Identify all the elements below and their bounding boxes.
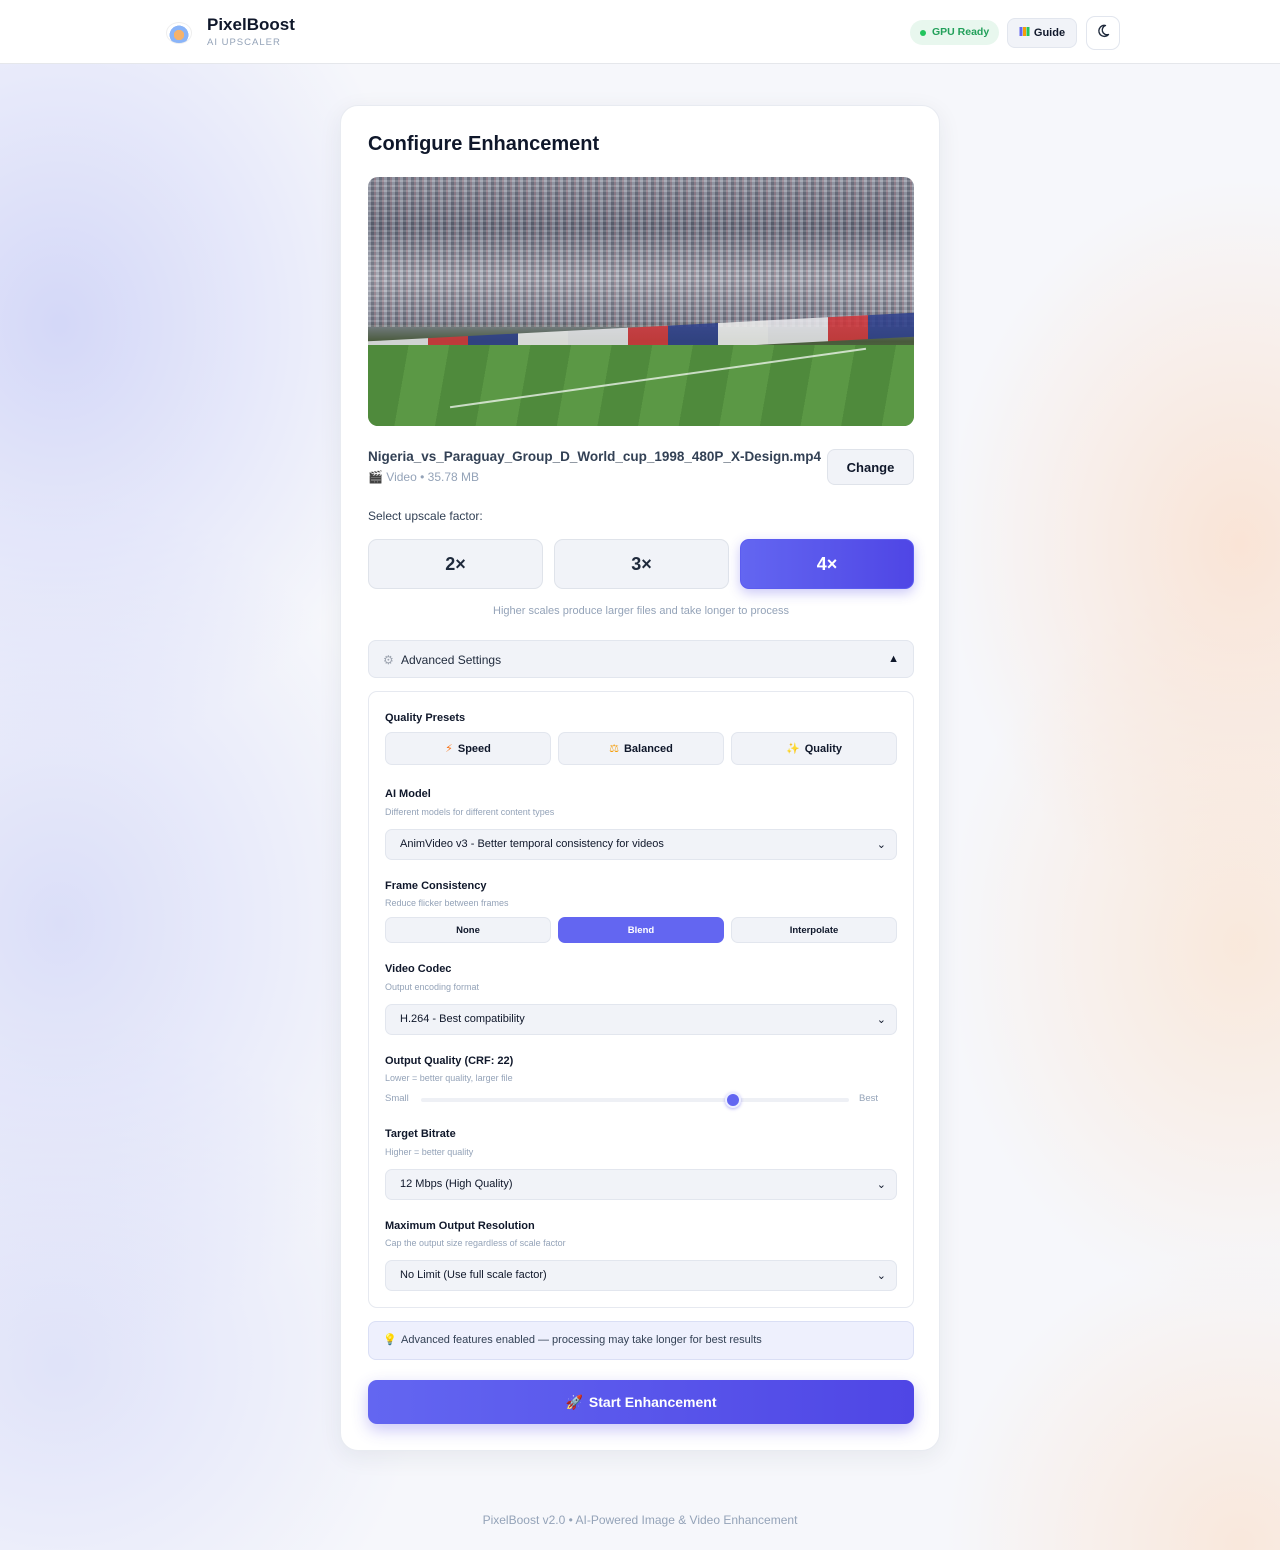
book-icon <box>1019 26 1030 40</box>
target-bitrate-select[interactable]: 12 Mbps (High Quality) ⌄ <box>385 1169 897 1200</box>
preset-speed-label: Speed <box>457 742 491 755</box>
configure-card: Configure Enhancement Nigeria_vs_Paragua… <box>340 105 940 1451</box>
file-name: Nigeria_vs_Paraguay_Group_D_World_cup_19… <box>368 449 821 464</box>
lightbulb-icon: 💡 <box>383 1334 397 1346</box>
video-preview <box>368 177 914 426</box>
output-quality-title: Output Quality (CRF: 22) <box>385 1055 514 1067</box>
quality-presets-title: Quality Presets <box>385 712 466 724</box>
video-codec-title: Video Codec <box>385 963 452 975</box>
lightning-icon: ⚡ <box>445 743 453 755</box>
gear-icon: ⚙ <box>383 653 394 667</box>
brand-name: PixelBoost <box>207 15 295 34</box>
chevron-down-icon: ⌄ <box>876 1270 886 1282</box>
max-resolution-value: No Limit (Use full scale factor) <box>400 1269 547 1281</box>
gpu-status-label: GPU Ready <box>932 26 990 38</box>
preset-quality-label: Quality <box>804 742 842 755</box>
chevron-down-icon: ⌄ <box>876 1014 886 1026</box>
advanced-notice-text: Advanced features enabled — processing m… <box>401 1334 762 1346</box>
advanced-notice: 💡 Advanced features enabled — processing… <box>368 1321 914 1360</box>
chevron-down-icon: ⌄ <box>876 1179 886 1191</box>
frame-option-none[interactable]: None <box>385 917 551 943</box>
advanced-settings-toggle[interactable]: ⚙ Advanced Settings ▲ <box>368 640 914 678</box>
theme-toggle-button[interactable] <box>1086 16 1120 50</box>
preview-pitch <box>368 345 914 426</box>
status-dot-icon <box>920 30 926 36</box>
video-file-icon: 🎬 <box>368 470 383 484</box>
rocket-icon: 🚀 <box>565 1393 583 1410</box>
scale-option-2x[interactable]: 2× <box>368 539 543 589</box>
frame-option-interpolate[interactable]: Interpolate <box>731 917 897 943</box>
advanced-settings-panel: Quality Presets ⚡ Speed ⚖ Balanced ✨ Qua… <box>368 691 914 1308</box>
max-resolution-subtitle: Cap the output size regardless of scale … <box>385 1238 566 1248</box>
preview-crowd <box>368 177 914 327</box>
change-file-button[interactable]: Change <box>827 449 914 485</box>
video-codec-select[interactable]: H.264 - Best compatibility ⌄ <box>385 1004 897 1035</box>
target-bitrate-value: 12 Mbps (High Quality) <box>400 1178 513 1190</box>
scale-option-3x[interactable]: 3× <box>554 539 729 589</box>
guide-button[interactable]: Guide <box>1007 18 1077 48</box>
start-enhancement-button[interactable]: 🚀 Start Enhancement <box>368 1380 914 1424</box>
frame-consistency-subtitle: Reduce flicker between frames <box>385 898 509 908</box>
slider-min-label: Small <box>385 1093 409 1104</box>
quality-slider-track[interactable] <box>421 1098 849 1102</box>
quality-slider-thumb[interactable] <box>725 1092 742 1108</box>
ai-model-title: AI Model <box>385 788 431 800</box>
video-codec-subtitle: Output encoding format <box>385 982 480 992</box>
ai-model-value: AnimVideo v3 - Better temporal consisten… <box>400 838 664 850</box>
file-meta-text: Video • 35.78 MB <box>386 470 480 484</box>
brand-subtitle: AI UPSCALER <box>207 37 281 48</box>
scale-icon: ⚖ <box>609 743 619 755</box>
scale-option-4x[interactable]: 4× <box>740 539 914 589</box>
sparkles-icon: ✨ <box>786 743 800 755</box>
guide-button-label: Guide <box>1033 27 1066 39</box>
ai-model-select[interactable]: AnimVideo v3 - Better temporal consisten… <box>385 829 897 860</box>
target-bitrate-title: Target Bitrate <box>385 1128 456 1140</box>
preset-balanced-button[interactable]: ⚖ Balanced <box>558 732 724 765</box>
video-codec-value: H.264 - Best compatibility <box>400 1013 525 1025</box>
frame-option-blend[interactable]: Blend <box>558 917 724 943</box>
scale-hint: Higher scales produce larger files and t… <box>493 605 789 617</box>
max-resolution-select[interactable]: No Limit (Use full scale factor) ⌄ <box>385 1260 897 1291</box>
slider-max-label: Best <box>859 1093 879 1104</box>
start-enhancement-label: Start Enhancement <box>588 1394 717 1410</box>
preset-quality-button[interactable]: ✨ Quality <box>731 732 897 765</box>
caret-up-icon: ▲ <box>888 653 899 665</box>
max-resolution-title: Maximum Output Resolution <box>385 1220 535 1232</box>
file-meta: 🎬 Video • 35.78 MB <box>368 470 479 484</box>
target-bitrate-subtitle: Higher = better quality <box>385 1147 474 1157</box>
output-quality-subtitle: Lower = better quality, larger file <box>385 1073 513 1083</box>
advanced-settings-label: Advanced Settings <box>401 653 502 667</box>
moon-icon <box>1095 23 1111 44</box>
logo-icon <box>166 22 192 44</box>
ai-model-subtitle: Different models for different content t… <box>385 807 555 817</box>
gpu-status-badge: GPU Ready <box>910 20 1000 45</box>
footer: PixelBoost v2.0 • AI-Powered Image & Vid… <box>482 1513 798 1527</box>
frame-consistency-title: Frame Consistency <box>385 880 487 892</box>
page-title: Configure Enhancement <box>368 133 600 155</box>
app-header: PixelBoost AI UPSCALER GPU Ready Guide <box>0 0 1280 64</box>
preset-balanced-label: Balanced <box>623 742 673 755</box>
scale-label: Select upscale factor: <box>368 509 483 523</box>
preset-speed-button[interactable]: ⚡ Speed <box>385 732 551 765</box>
chevron-down-icon: ⌄ <box>876 839 886 851</box>
